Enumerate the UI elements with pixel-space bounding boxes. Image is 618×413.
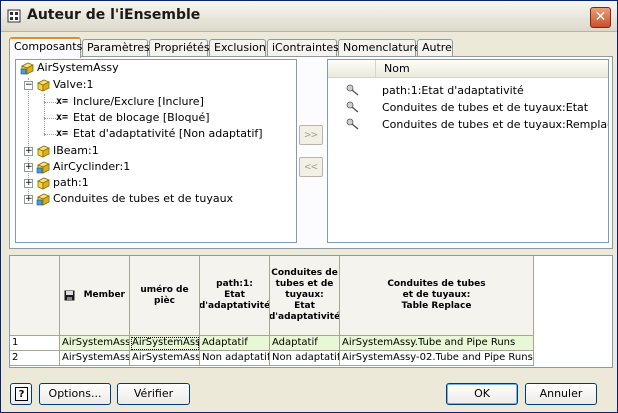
list-item-label: Conduites de tubes et de tuyaux:Etat: [382, 101, 589, 114]
list-item[interactable]: path:1:Etat d'adaptativité: [328, 82, 608, 99]
tree-item-root[interactable]: AirSystemAssy: [16, 60, 296, 76]
tree-item-valve[interactable]: − Valve:1: [16, 77, 296, 93]
verify-button[interactable]: Vérifier: [117, 383, 190, 405]
key-icon: [346, 101, 359, 113]
key-icon: [346, 84, 359, 96]
cell-path-state[interactable]: Non adaptatif: [200, 351, 270, 366]
column-header-tubes-replace[interactable]: Conduites de tubes et de tuyaux: Table R…: [340, 256, 534, 336]
ensemble-author-dialog: Auteur de l'iEnsemble ✕ Composants Param…: [0, 0, 618, 413]
list-header: Nom: [328, 60, 608, 78]
list-item-label: path:1:Etat d'adaptativité: [382, 84, 524, 97]
parameter-icon: x=: [56, 128, 69, 139]
save-icon: [64, 290, 75, 301]
ok-button[interactable]: OK: [446, 383, 518, 405]
options-button[interactable]: Options...: [39, 383, 111, 405]
add-to-table-button[interactable]: >>: [299, 125, 323, 145]
tree-item-tubes[interactable]: + Conduites de tubes et de tuyaux: [16, 191, 296, 207]
tab-nomenclature[interactable]: Nomenclature: [338, 39, 421, 57]
tree-label-tubes: Conduites de tubes et de tuyaux: [53, 192, 234, 205]
remove-from-table-button[interactable]: <<: [299, 157, 323, 177]
app-icon: [7, 9, 21, 23]
selected-items-list[interactable]: Nom path:1:Etat d'adaptativité Conduites…: [327, 59, 609, 243]
tab-exclusion[interactable]: Exclusion: [209, 39, 266, 57]
tree-item-valve-param[interactable]: x= Inclure/Exclure [Inclure]: [16, 94, 296, 110]
assembly-icon: [20, 62, 34, 75]
column-header-member[interactable]: Member: [60, 256, 130, 336]
window-title: Auteur de l'iEnsemble: [27, 7, 201, 23]
key-icon: [346, 118, 359, 130]
tab-autre[interactable]: Autre: [417, 39, 453, 57]
cell-tubes-state[interactable]: Adaptatif: [270, 336, 340, 351]
tree-item-ibeam[interactable]: + IBeam:1: [16, 143, 296, 159]
tree-label-ibeam: IBeam:1: [53, 144, 99, 157]
list-header-name[interactable]: Nom: [376, 60, 608, 78]
parameter-icon: x=: [56, 96, 69, 107]
tree-item-valve-param[interactable]: x= Etat de blocage [Bloqué]: [16, 110, 296, 126]
part-icon: [37, 79, 50, 92]
cell-tubes-replace[interactable]: AirSystemAssy-02.Tube and Pipe Runs: [340, 351, 534, 366]
tree-item-aircylinder[interactable]: + AirCyclinder:1: [16, 159, 296, 175]
tree-label-param: Inclure/Exclure [Inclure]: [73, 95, 204, 108]
tree-label-valve: Valve:1: [53, 78, 94, 91]
tab-composants[interactable]: Composants: [9, 37, 82, 58]
help-button[interactable]: ?: [10, 383, 32, 405]
list-item[interactable]: Conduites de tubes et de tuyaux:Etat: [328, 99, 608, 116]
collapse-toggle[interactable]: −: [24, 81, 33, 90]
parameter-icon: x=: [56, 112, 69, 123]
tree-label-param: Etat de blocage [Bloqué]: [73, 111, 210, 124]
expand-toggle[interactable]: +: [24, 147, 33, 156]
table-corner: [10, 256, 60, 336]
close-button[interactable]: ✕: [590, 7, 611, 28]
tab-panel-composants: AirSystemAssy − Valve:1 x= Inclure/Exclu…: [9, 56, 613, 249]
cell-member[interactable]: AirSystemAss: [60, 336, 130, 351]
tab-proprietes[interactable]: Propriétés: [149, 39, 210, 57]
list-header-name-label: Nom: [384, 62, 410, 75]
tree-label-param: Etat d'adaptativité [Non adaptatif]: [73, 127, 263, 140]
assembly-icon: [36, 161, 50, 174]
list-header-icon-column[interactable]: [328, 60, 376, 78]
title-bar: Auteur de l'iEnsemble ✕: [1, 1, 617, 32]
column-header-member-label: Member: [83, 290, 125, 300]
help-icon: ?: [15, 387, 28, 401]
cell-member[interactable]: AirSystemAss: [60, 351, 130, 366]
cell-path-state[interactable]: Adaptatif: [200, 336, 270, 351]
cancel-button[interactable]: Annuler: [525, 383, 597, 405]
tab-parametres[interactable]: Paramètres: [82, 39, 150, 57]
expand-toggle[interactable]: +: [24, 163, 33, 172]
row-number[interactable]: 2: [10, 351, 60, 366]
cell-part-number[interactable]: AirSystemAss: [130, 336, 200, 351]
member-table[interactable]: Member uméro de pièc path:1: Etat d'adap…: [9, 255, 613, 368]
part-icon: [37, 177, 50, 190]
tree-label-root: AirSystemAssy: [37, 61, 119, 74]
tree-item-valve-param[interactable]: x= Etat d'adaptativité [Non adaptatif]: [16, 126, 296, 142]
assembly-icon: [36, 193, 50, 206]
tree-label-aircylinder: AirCyclinder:1: [53, 160, 131, 173]
cell-tubes-state[interactable]: Non adaptatif: [270, 351, 340, 366]
row-number[interactable]: 1: [10, 336, 60, 351]
cell-part-number[interactable]: AirSystemAss: [130, 351, 200, 366]
tab-icontraintes[interactable]: iContraintes: [267, 39, 339, 57]
tree-item-path[interactable]: + path:1: [16, 175, 296, 191]
column-header-part-number[interactable]: uméro de pièc: [130, 256, 200, 336]
list-item[interactable]: Conduites de tubes et de tuyaux:Remplace…: [328, 116, 608, 133]
expand-toggle[interactable]: +: [24, 179, 33, 188]
list-item-label: Conduites de tubes et de tuyaux:Remplace…: [382, 118, 608, 131]
expand-toggle[interactable]: +: [24, 195, 33, 204]
column-header-tubes-state[interactable]: Conduites de tubes et de tuyaux: Etat d'…: [270, 256, 340, 336]
component-tree[interactable]: AirSystemAssy − Valve:1 x= Inclure/Exclu…: [15, 59, 297, 243]
part-icon: [37, 145, 50, 158]
cell-tubes-replace[interactable]: AirSystemAssy.Tube and Pipe Runs: [340, 336, 534, 351]
tree-label-path: path:1: [53, 176, 89, 189]
column-header-path-state[interactable]: path:1: Etat d'adaptativité: [200, 256, 270, 336]
